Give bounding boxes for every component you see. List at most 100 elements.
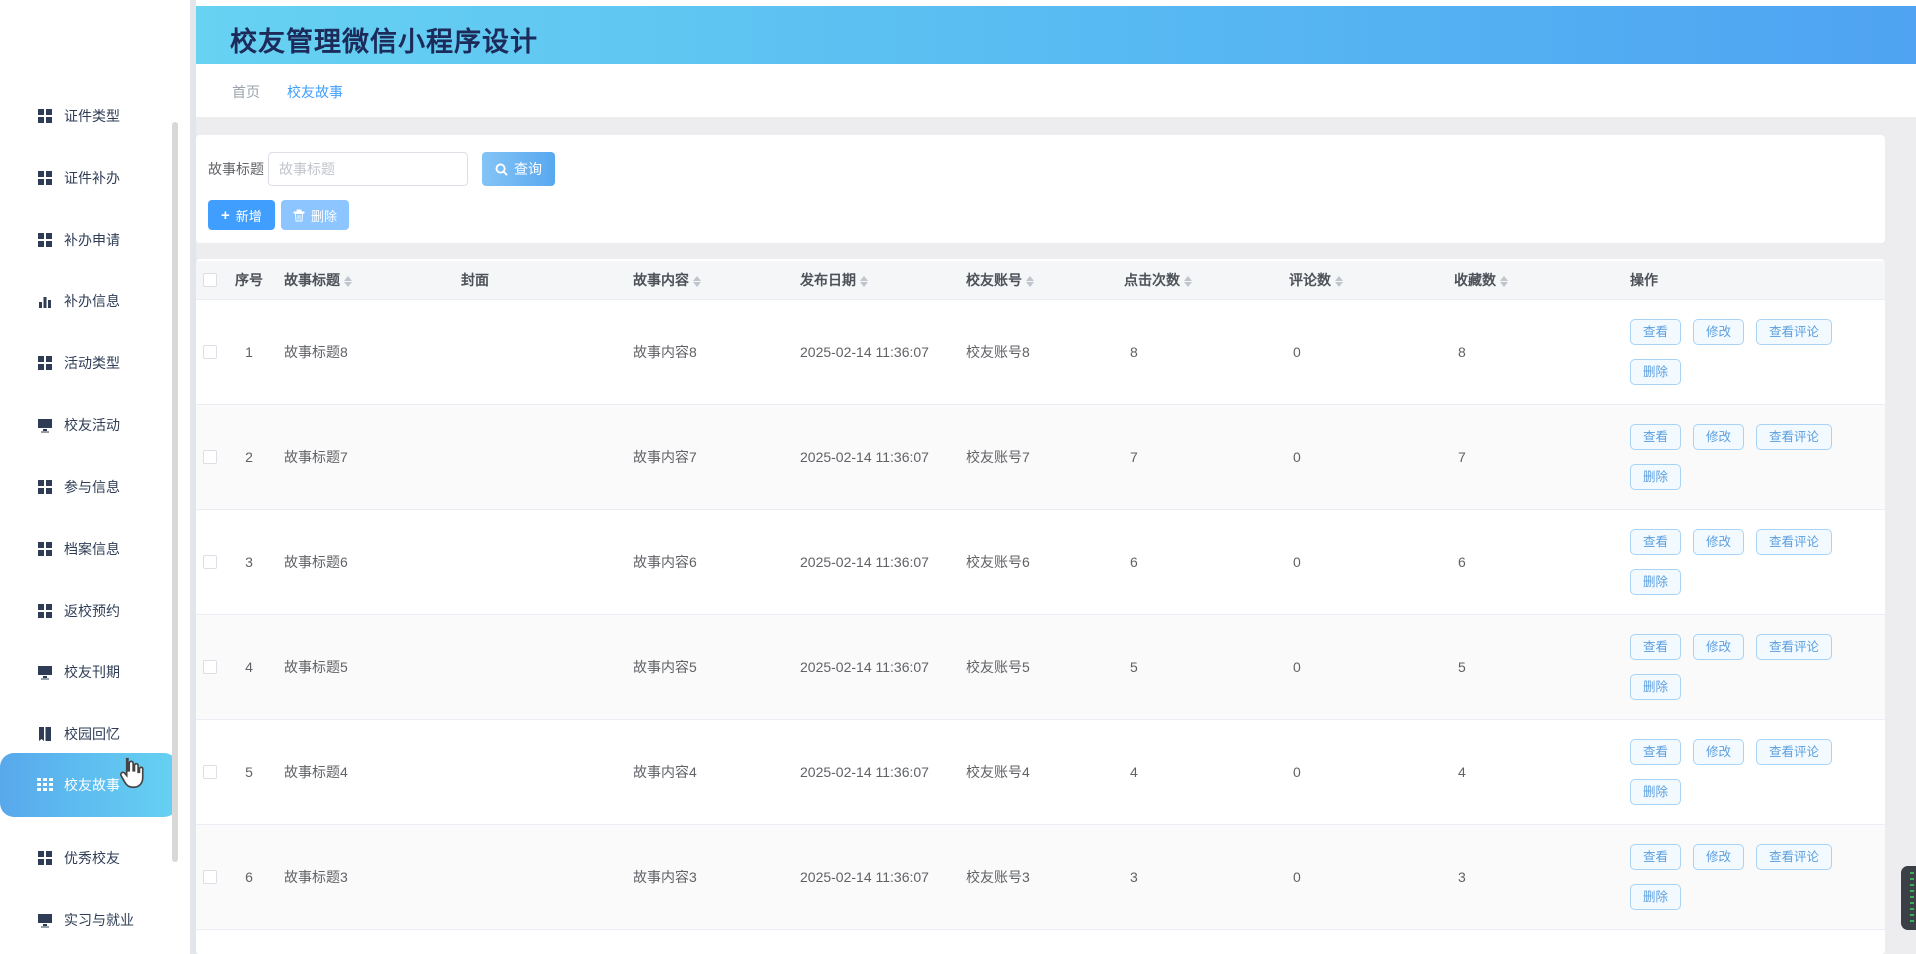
sort-carets-icon[interactable]	[1184, 275, 1194, 288]
sidebar-item-internship-employment[interactable]: 实习与就业	[0, 889, 190, 951]
story-title: 故事标题6	[284, 552, 348, 572]
col-operations: 操作	[1630, 261, 1658, 300]
sidebar: 证件类型 证件补办 补办申请 补办信息 活动类型 校友活动 参与信息 档案信息 …	[0, 0, 190, 954]
table-row: 6 故事标题3 故事内容3 2025-02-14 11:36:07 校友账号3 …	[196, 825, 1885, 930]
sort-carets-icon[interactable]	[1026, 275, 1036, 288]
col-content[interactable]: 故事内容	[633, 261, 703, 300]
story-content: 故事内容5	[633, 657, 697, 677]
sidebar-item-reissue-apply[interactable]: 补办申请	[0, 209, 190, 271]
app-header: 校友管理微信小程序设计	[196, 6, 1916, 64]
view-comments-button[interactable]: 查看评论	[1756, 319, 1832, 345]
delete-row-button[interactable]: 删除	[1630, 464, 1681, 490]
row-checkbox[interactable]	[203, 660, 217, 674]
add-button[interactable]: + 新增	[208, 200, 275, 230]
grid9-icon	[37, 777, 53, 793]
publish-date: 2025-02-14 11:36:07	[800, 554, 929, 570]
publish-date: 2025-02-14 11:36:07	[800, 659, 929, 675]
table-row: 5 故事标题4 故事内容4 2025-02-14 11:36:07 校友账号4 …	[196, 720, 1885, 825]
view-button[interactable]: 查看	[1630, 529, 1681, 555]
sidebar-item-label: 证件补办	[64, 168, 120, 188]
grid-icon	[37, 541, 53, 557]
query-button[interactable]: 查询	[482, 152, 555, 186]
breadcrumb-home[interactable]: 首页	[232, 82, 260, 102]
story-title-search-input[interactable]	[268, 152, 468, 186]
sidebar-item-outstanding-alumni[interactable]: 优秀校友	[0, 827, 190, 889]
row-checkbox[interactable]	[203, 555, 217, 569]
page-scrollbar-thumb[interactable]	[1901, 866, 1916, 930]
delete-row-button[interactable]: 删除	[1630, 884, 1681, 910]
view-button[interactable]: 查看	[1630, 319, 1681, 345]
grid-icon	[37, 479, 53, 495]
sort-carets-icon[interactable]	[693, 275, 703, 288]
monitor-icon	[37, 912, 53, 928]
col-account[interactable]: 校友账号	[966, 261, 1036, 300]
sidebar-item-archive-info[interactable]: 档案信息	[0, 518, 190, 580]
sidebar-scrollbar-thumb[interactable]	[172, 122, 178, 862]
select-all-checkbox[interactable]	[203, 273, 217, 287]
row-index: 1	[234, 344, 264, 360]
edit-button[interactable]: 修改	[1693, 424, 1744, 450]
stories-table-card: 序号 故事标题 封面 故事内容 发布日期 校友账号 点击次数 评论数 收藏数 操…	[196, 259, 1885, 954]
alumni-account: 校友账号7	[966, 447, 1030, 467]
publish-date: 2025-02-14 11:36:07	[800, 869, 929, 885]
click-count: 7	[1130, 449, 1138, 465]
sidebar-item-certificate-reissue[interactable]: 证件补办	[0, 147, 190, 209]
delete-row-button[interactable]: 删除	[1630, 359, 1681, 385]
view-comments-button[interactable]: 查看评论	[1756, 844, 1832, 870]
favorite-count: 4	[1458, 764, 1466, 780]
delete-row-button[interactable]: 删除	[1630, 674, 1681, 700]
row-index: 4	[234, 659, 264, 675]
edit-button[interactable]: 修改	[1693, 844, 1744, 870]
sidebar-item-label: 补办信息	[64, 291, 120, 311]
view-comments-button[interactable]: 查看评论	[1756, 424, 1832, 450]
sidebar-item-activity-type[interactable]: 活动类型	[0, 332, 190, 394]
breadcrumb-current[interactable]: 校友故事	[287, 82, 343, 102]
sidebar-item-alumni-story[interactable]: 校友故事	[0, 753, 178, 817]
row-checkbox[interactable]	[203, 765, 217, 779]
sort-carets-icon[interactable]	[1500, 275, 1510, 288]
sidebar-item-label: 活动类型	[64, 353, 120, 373]
col-date[interactable]: 发布日期	[800, 261, 870, 300]
col-title[interactable]: 故事标题	[284, 261, 354, 300]
monitor-icon	[37, 417, 53, 433]
view-button[interactable]: 查看	[1630, 424, 1681, 450]
edit-button[interactable]: 修改	[1693, 319, 1744, 345]
edit-button[interactable]: 修改	[1693, 634, 1744, 660]
publish-date: 2025-02-14 11:36:07	[800, 764, 929, 780]
story-title: 故事标题8	[284, 342, 348, 362]
story-title: 故事标题4	[284, 762, 348, 782]
view-comments-button[interactable]: 查看评论	[1756, 739, 1832, 765]
view-button[interactable]: 查看	[1630, 844, 1681, 870]
sidebar-item-participation-info[interactable]: 参与信息	[0, 456, 190, 518]
edit-button[interactable]: 修改	[1693, 529, 1744, 555]
sidebar-item-label: 校友故事	[64, 775, 120, 795]
delete-button[interactable]: 删除	[281, 200, 349, 230]
delete-row-button[interactable]: 删除	[1630, 779, 1681, 805]
trash-icon	[293, 209, 305, 222]
grid-icon	[37, 603, 53, 619]
edit-button[interactable]: 修改	[1693, 739, 1744, 765]
col-clicks[interactable]: 点击次数	[1124, 261, 1194, 300]
alumni-account: 校友账号8	[966, 342, 1030, 362]
view-button[interactable]: 查看	[1630, 634, 1681, 660]
sort-carets-icon[interactable]	[344, 275, 354, 288]
sort-carets-icon[interactable]	[860, 275, 870, 288]
col-favorites[interactable]: 收藏数	[1454, 261, 1510, 300]
row-checkbox[interactable]	[203, 450, 217, 464]
sort-carets-icon[interactable]	[1335, 275, 1345, 288]
comment-count: 0	[1293, 764, 1301, 780]
click-count: 8	[1130, 344, 1138, 360]
view-comments-button[interactable]: 查看评论	[1756, 634, 1832, 660]
delete-row-button[interactable]: 删除	[1630, 569, 1681, 595]
sidebar-item-alumni-activity[interactable]: 校友活动	[0, 394, 190, 456]
view-button[interactable]: 查看	[1630, 739, 1681, 765]
sidebar-item-certificate-type[interactable]: 证件类型	[0, 85, 190, 147]
col-comments[interactable]: 评论数	[1289, 261, 1345, 300]
sidebar-item-reissue-info[interactable]: 补办信息	[0, 270, 190, 332]
view-comments-button[interactable]: 查看评论	[1756, 529, 1832, 555]
row-checkbox[interactable]	[203, 345, 217, 359]
sidebar-item-label: 参与信息	[64, 477, 120, 497]
sidebar-item-return-reservation[interactable]: 返校预约	[0, 580, 190, 642]
sidebar-item-alumni-journal[interactable]: 校友刊期	[0, 641, 190, 703]
row-checkbox[interactable]	[203, 870, 217, 884]
